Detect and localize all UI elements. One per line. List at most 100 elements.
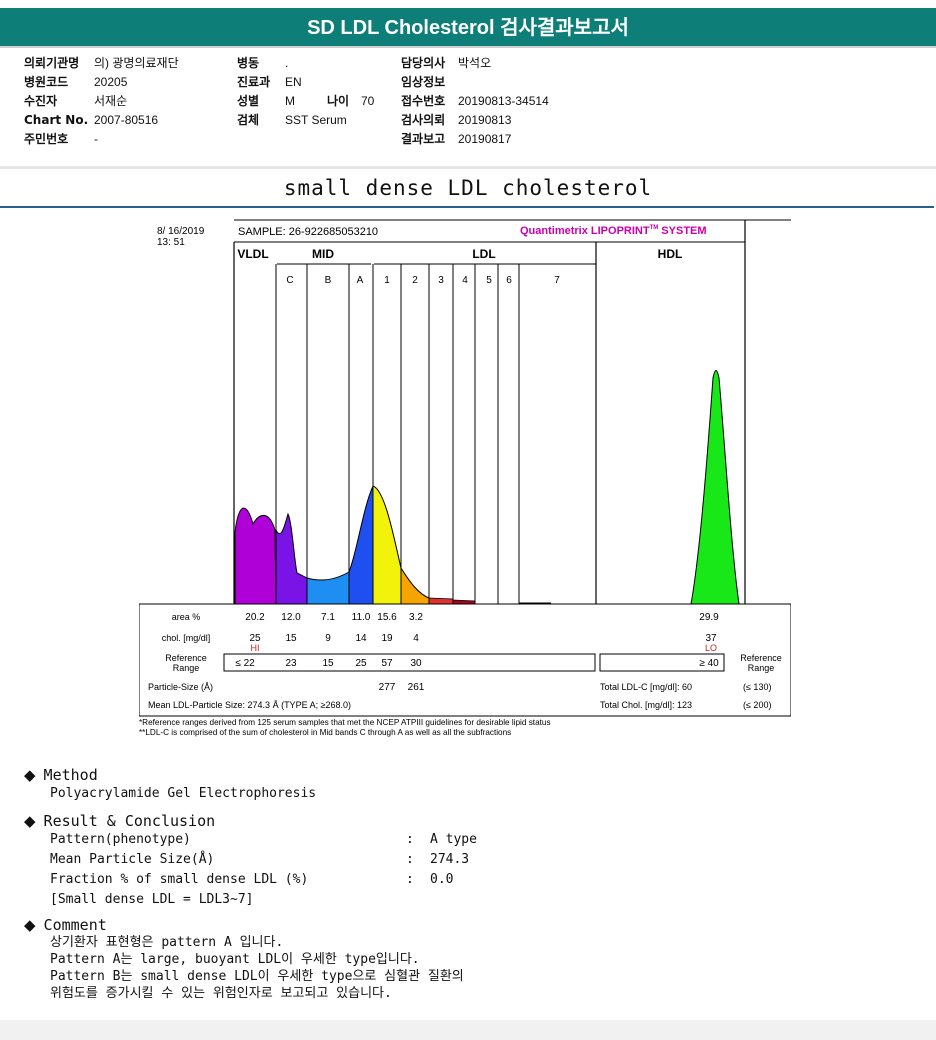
reference-value: 57 bbox=[381, 658, 393, 669]
info-label: 의뢰기관명 bbox=[24, 56, 80, 70]
report-title-banner: SD LDL Cholesterol 검사결과보고서 bbox=[0, 8, 936, 46]
info-label: 접수번호 bbox=[401, 94, 446, 108]
info-label: 검체 bbox=[237, 113, 260, 127]
lipoprint-electropherogram: 8/ 16/2019 13: 51 SAMPLE: 26-92268505321… bbox=[139, 218, 791, 744]
info-value: M bbox=[285, 94, 295, 108]
area-value: 12.0 bbox=[281, 612, 301, 623]
method-title: Method bbox=[43, 766, 98, 784]
diamond-bullet-icon: ◆ bbox=[24, 812, 36, 830]
info-label: 임상정보 bbox=[401, 75, 446, 89]
area-value: 7.1 bbox=[321, 612, 335, 623]
diamond-bullet-icon: ◆ bbox=[24, 766, 36, 784]
result-row: Mean Particle Size(Å): 274.3 bbox=[50, 850, 477, 870]
band-label: 2 bbox=[412, 275, 418, 286]
hdl-reference-value: ≥ 40 bbox=[699, 658, 719, 669]
reference-value: ≤ 22 bbox=[235, 658, 255, 669]
ldl-4-peak bbox=[452, 599, 476, 605]
band-label: A bbox=[357, 275, 364, 286]
info-value: 20190817 bbox=[458, 132, 512, 146]
comment-line: Pattern A는 large, buoyant LDL이 우세한 type입… bbox=[50, 952, 420, 967]
info-value: EN bbox=[285, 75, 302, 89]
age-value: 70 bbox=[361, 94, 375, 108]
section-subtitle: small dense LDL cholesterol bbox=[283, 176, 653, 200]
info-label: 병동 bbox=[237, 56, 260, 70]
reference-label: Reference bbox=[165, 653, 207, 663]
result-note: [Small dense LDL = LDL3~7] bbox=[50, 892, 254, 907]
total-cholesterol: Total Chol. [mg/dl]: 123 bbox=[600, 700, 692, 710]
info-label: 성별 bbox=[237, 94, 260, 108]
comment-line: 상기환자 표현형은 pattern A 입니다. bbox=[50, 935, 284, 950]
info-value: 20190813 bbox=[458, 113, 512, 127]
band-label: 5 bbox=[486, 275, 492, 286]
result-value: 0.0 bbox=[430, 872, 454, 887]
info-label: 수진자 bbox=[24, 94, 58, 108]
report-date: 8/ 16/2019 bbox=[157, 226, 205, 237]
band-label: 3 bbox=[438, 275, 444, 286]
brand-name: Quantimetrix LIPOPRINTTM SYSTEM bbox=[520, 225, 707, 237]
info-label: Chart No. bbox=[24, 113, 89, 127]
footnote-ldl: **LDL-C is comprised of the sum of chole… bbox=[139, 728, 511, 737]
reference-label-right: Reference bbox=[740, 653, 782, 663]
area-value: 15.6 bbox=[377, 612, 397, 623]
total-ldl-c: Total LDL-C [mg/dl]: 60 bbox=[600, 682, 692, 692]
patient-info-column-2: 병동. 진료과 EN 성별 M 나이 70 검체 SST Serum bbox=[237, 54, 374, 130]
result-row: Fraction % of small dense LDL (%): 0.0 bbox=[50, 870, 477, 890]
diamond-bullet-icon: ◆ bbox=[24, 916, 36, 934]
area-label: area % bbox=[172, 612, 201, 622]
result-value: 274.3 bbox=[430, 852, 470, 867]
result-colon: : bbox=[406, 832, 414, 847]
info-value: 20190813-34514 bbox=[458, 94, 549, 108]
reference-value: 30 bbox=[410, 658, 422, 669]
area-value: 20.2 bbox=[245, 612, 265, 623]
total-cholesterol-reference: (≤ 200) bbox=[743, 700, 771, 710]
particle-size-value: 277 bbox=[379, 682, 396, 693]
chol-value: 15 bbox=[285, 633, 297, 644]
result-label: Fraction % of small dense LDL (%) bbox=[50, 872, 309, 887]
band-label: B bbox=[325, 275, 332, 286]
band-label: C bbox=[286, 275, 293, 286]
report-page: SD LDL Cholesterol 검사결과보고서 의뢰기관명 의) 광명의료재… bbox=[0, 0, 936, 1020]
patient-info-column-1: 의뢰기관명 의) 광명의료재단 병원코드 20205 수진자 서재순 Chart No… bbox=[24, 54, 179, 149]
subtitle-underline bbox=[0, 206, 934, 208]
info-value: . bbox=[285, 56, 289, 70]
result-value: A type bbox=[430, 832, 477, 847]
mean-ldl-particle-size: Mean LDL-Particle Size: 274.3 Å (TYPE A;… bbox=[148, 700, 351, 710]
area-value: 3.2 bbox=[409, 612, 423, 623]
report-time: 13: 51 bbox=[157, 237, 185, 248]
ldl-label: LDL bbox=[472, 247, 495, 261]
info-value: 서재순 bbox=[94, 94, 128, 108]
chol-label: chol. [mg/dl] bbox=[162, 633, 211, 643]
comment-section: ◆ Comment 상기환자 표현형은 pattern A 입니다. Patter… bbox=[24, 916, 464, 1002]
result-colon: : bbox=[406, 872, 414, 887]
sample-id: SAMPLE: 26-922685053210 bbox=[238, 226, 378, 238]
info-value: 의) 광명의료재단 bbox=[94, 56, 179, 70]
reference-value: 25 bbox=[355, 658, 367, 669]
info-value: 박석오 bbox=[458, 56, 492, 70]
hdl-area-value: 29.9 bbox=[699, 612, 719, 623]
vldl-peak bbox=[234, 507, 277, 605]
band-label: 7 bbox=[554, 275, 560, 286]
result-section: ◆ Result & Conclusion Pattern(phenotype):… bbox=[24, 812, 477, 910]
info-label: 주민번호 bbox=[24, 132, 69, 146]
hi-flag: HI bbox=[251, 643, 260, 653]
comment-line: 위험도를 증가시킬 수 있는 위험인자로 보고되고 있습니다. bbox=[50, 986, 392, 1001]
patient-info-column-3: 담당의사 박석오 임상정보 접수번호 20190813-34514 검사의뢰 2019… bbox=[401, 54, 549, 149]
band-label: 6 bbox=[506, 275, 512, 286]
method-text: Polyacrylamide Gel Electrophoresis bbox=[50, 786, 317, 801]
info-value: 20205 bbox=[94, 75, 128, 89]
particle-size-value: 261 bbox=[408, 682, 425, 693]
result-label: Mean Particle Size(Å) bbox=[50, 852, 215, 867]
reference-value: 23 bbox=[285, 658, 297, 669]
info-label: 검사의뢰 bbox=[401, 113, 446, 127]
info-label: 담당의사 bbox=[401, 56, 446, 70]
particle-size-label: Particle-Size (Å) bbox=[148, 682, 213, 692]
info-label: 병원코드 bbox=[24, 75, 69, 89]
info-label: 진료과 bbox=[237, 75, 271, 89]
band-label: 1 bbox=[384, 275, 390, 286]
comment-title: Comment bbox=[43, 916, 107, 934]
mid-label: MID bbox=[312, 247, 334, 261]
reference-label-right: Range bbox=[748, 663, 775, 673]
footnote-reference: *Reference ranges derived from 125 serum… bbox=[139, 718, 551, 727]
header-divider bbox=[0, 46, 936, 48]
result-label: Pattern(phenotype) bbox=[50, 832, 191, 847]
